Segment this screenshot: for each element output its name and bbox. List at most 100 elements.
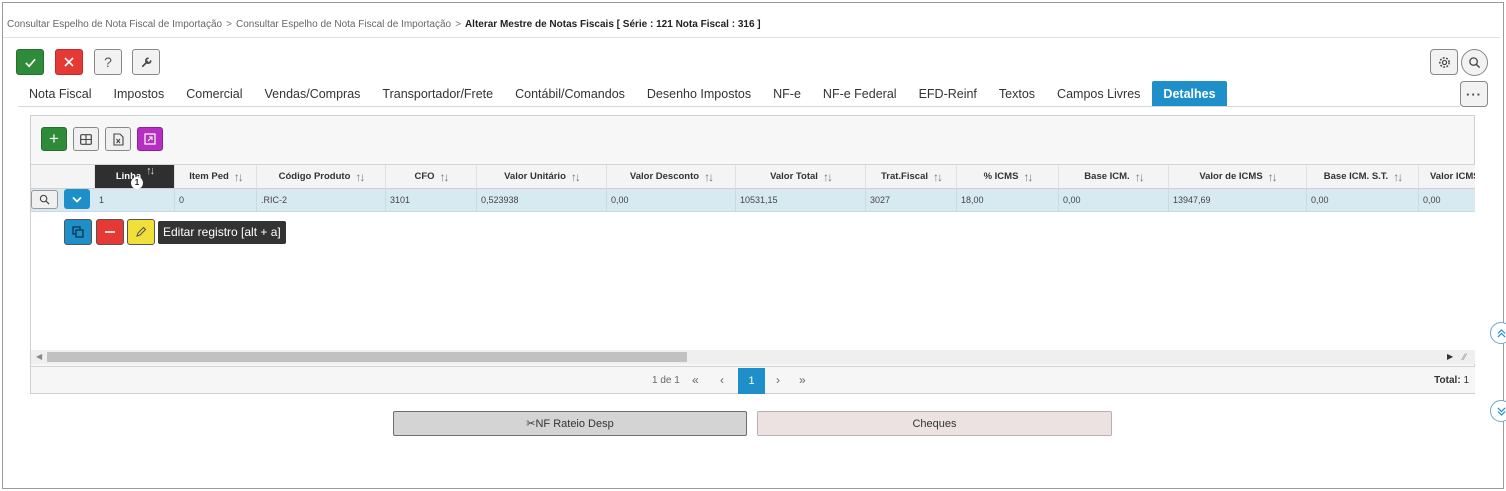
table-cell: 0,00 <box>1423 195 1441 205</box>
next-page-button[interactable]: › <box>776 373 780 387</box>
scroll-up-button[interactable] <box>1490 322 1506 344</box>
column-header-item-ped[interactable]: Item Ped ↑↓ <box>175 165 257 189</box>
tab-campos-livres[interactable]: Campos Livres <box>1046 81 1151 107</box>
column-header-linha[interactable]: Linha ↑↓ 1 <box>95 165 175 189</box>
sort-icon[interactable]: ↑↓ <box>933 170 943 184</box>
tab-detalhes[interactable]: Detalhes <box>1152 81 1227 107</box>
edit-tooltip: Editar registro [alt + a] <box>158 221 286 244</box>
sort-icon[interactable]: ↑↓ <box>440 170 450 184</box>
sort-icon[interactable]: ↑↓ <box>355 170 365 184</box>
column-header-base-icm-st[interactable]: Base ICM. S.T. ↑↓ <box>1307 165 1419 189</box>
chevron-down-icon <box>72 196 82 203</box>
confirm-button[interactable] <box>16 49 44 75</box>
prev-page-button[interactable]: ‹ <box>720 373 724 387</box>
table-cell: 0 <box>175 189 257 212</box>
column-header-valor-icms[interactable]: Valor de ICMS ↑↓ <box>1169 165 1307 189</box>
scroll-right-arrow-icon[interactable]: ▶ <box>1447 350 1453 364</box>
column-label: CFO <box>414 171 435 182</box>
column-label: Valor ICMS <box>1430 171 1475 182</box>
column-label: Valor Desconto <box>629 171 700 182</box>
columns-button[interactable] <box>73 127 99 151</box>
column-header-valor-total[interactable]: Valor Total ↑↓ <box>736 165 866 189</box>
sort-icon[interactable]: ↑↓ <box>234 170 244 184</box>
edit-row-button[interactable] <box>127 219 155 245</box>
column-header-cfo[interactable]: CFO ↑↓ <box>386 165 477 189</box>
more-icon: ··· <box>1466 86 1482 102</box>
column-header-valor-icms-st[interactable]: Valor ICMS <box>1419 165 1475 189</box>
column-label: % ICMS <box>983 171 1019 182</box>
delete-row-button[interactable] <box>96 219 124 245</box>
column-label: Trat.Fiscal <box>881 171 928 182</box>
table-cell: 3101 <box>386 189 477 212</box>
cancel-button[interactable] <box>55 49 83 75</box>
cheques-button[interactable]: Cheques <box>757 411 1112 436</box>
copy-row-button[interactable] <box>64 219 92 245</box>
x-icon <box>64 57 74 67</box>
column-header-valor-desconto[interactable]: Valor Desconto ↑↓ <box>607 165 736 189</box>
tab-nf-e[interactable]: NF-e <box>762 81 812 107</box>
sort-ascending-icon[interactable]: ↑↓ <box>146 165 155 177</box>
table-cell: 13947,69 <box>1169 189 1307 212</box>
tab-efd-reinf[interactable]: EFD-Reinf <box>908 81 988 107</box>
sort-order-badge: 1 <box>131 177 143 189</box>
breadcrumb-separator: > <box>455 19 461 30</box>
tab-nf-e-federal[interactable]: NF-e Federal <box>812 81 908 107</box>
tab-comercial[interactable]: Comercial <box>175 81 253 107</box>
sort-icon[interactable]: ↑↓ <box>1023 170 1033 184</box>
nf-rateio-desp-button[interactable]: ✂NF Rateio Desp <box>393 411 747 436</box>
table-cell: 0,523938 <box>477 189 607 212</box>
breadcrumb-separator: > <box>226 19 232 30</box>
page-1-button[interactable]: 1 <box>738 368 765 394</box>
sort-icon[interactable]: ↑↓ <box>1135 170 1145 184</box>
column-label: Base ICM. <box>1084 171 1130 182</box>
add-row-button[interactable]: + <box>41 127 67 151</box>
tab-nota-fiscal[interactable]: Nota Fiscal <box>18 81 103 107</box>
breadcrumb-current: Alterar Mestre de Notas Fiscais [ Série … <box>464 19 761 30</box>
export-excel-button[interactable] <box>105 127 131 151</box>
sort-icon[interactable]: ↑↓ <box>1268 170 1278 184</box>
row-search-button[interactable] <box>31 190 58 209</box>
details-grid: Linha ↑↓ 1 Item Ped ↑↓ Código Produto ↑↓ CF… <box>31 164 1475 350</box>
plus-icon: + <box>49 129 59 148</box>
sort-icon[interactable]: ↑↓ <box>704 170 714 184</box>
first-page-button[interactable]: « <box>692 373 699 387</box>
more-options-button[interactable]: ··· <box>1460 81 1488 107</box>
column-header-valor-unitario[interactable]: Valor Unitário ↑↓ <box>477 165 607 189</box>
sort-icon[interactable]: ↑↓ <box>1393 170 1403 184</box>
tab-transportador-frete[interactable]: Transportador/Frete <box>371 81 504 107</box>
scroll-left-arrow-icon[interactable]: ◀ <box>36 350 42 364</box>
tab-impostos[interactable]: Impostos <box>103 81 176 107</box>
column-header-percent-icms[interactable]: % ICMS ↑↓ <box>957 165 1059 189</box>
help-button[interactable]: ? <box>94 49 122 75</box>
tools-button[interactable] <box>132 49 160 75</box>
search-icon <box>1469 57 1481 69</box>
pagination-bar: 1 de 1 « ‹ 1 › » Total: 1 <box>31 366 1475 394</box>
minus-icon <box>105 231 115 233</box>
breadcrumb-item-1[interactable]: Consultar Espelho de Nota Fiscal de Impo… <box>7 19 222 30</box>
search-icon <box>39 194 50 205</box>
sort-icon[interactable]: ↑↓ <box>571 170 581 184</box>
gear-icon <box>1438 56 1450 68</box>
last-page-button[interactable]: » <box>799 373 806 387</box>
table-cell: .RIC-2 <box>257 189 386 212</box>
column-label: Valor Unitário <box>504 171 566 182</box>
settings-button[interactable] <box>1430 49 1458 75</box>
row-expand-button[interactable] <box>64 189 90 209</box>
sort-icon[interactable]: ↑↓ <box>823 170 833 184</box>
resize-grip-icon[interactable]: ⁄⁄ <box>1463 351 1466 363</box>
breadcrumb-item-2[interactable]: Consultar Espelho de Nota Fiscal de Impo… <box>236 19 451 30</box>
tab-textos[interactable]: Textos <box>988 81 1046 107</box>
tab-vendas-compras[interactable]: Vendas/Compras <box>254 81 372 107</box>
expand-grid-button[interactable] <box>137 127 163 151</box>
total-value: 1 <box>1463 375 1469 386</box>
column-header-trat-fiscal[interactable]: Trat.Fiscal ↑↓ <box>866 165 957 189</box>
table-cell: 10531,15 <box>736 189 866 212</box>
horizontal-scrollbar[interactable]: ◀ ▶ ⁄⁄ <box>31 350 1475 364</box>
global-search-button[interactable] <box>1461 49 1488 76</box>
tab-desenho-impostos[interactable]: Desenho Impostos <box>636 81 762 107</box>
column-header-base-icm[interactable]: Base ICM. ↑↓ <box>1059 165 1169 189</box>
tab-contabil-comandos[interactable]: Contábil/Comandos <box>504 81 636 107</box>
column-header-codigo-produto[interactable]: Código Produto ↑↓ <box>257 165 386 189</box>
scroll-down-button[interactable] <box>1490 400 1506 422</box>
scrollbar-thumb[interactable] <box>47 352 687 362</box>
